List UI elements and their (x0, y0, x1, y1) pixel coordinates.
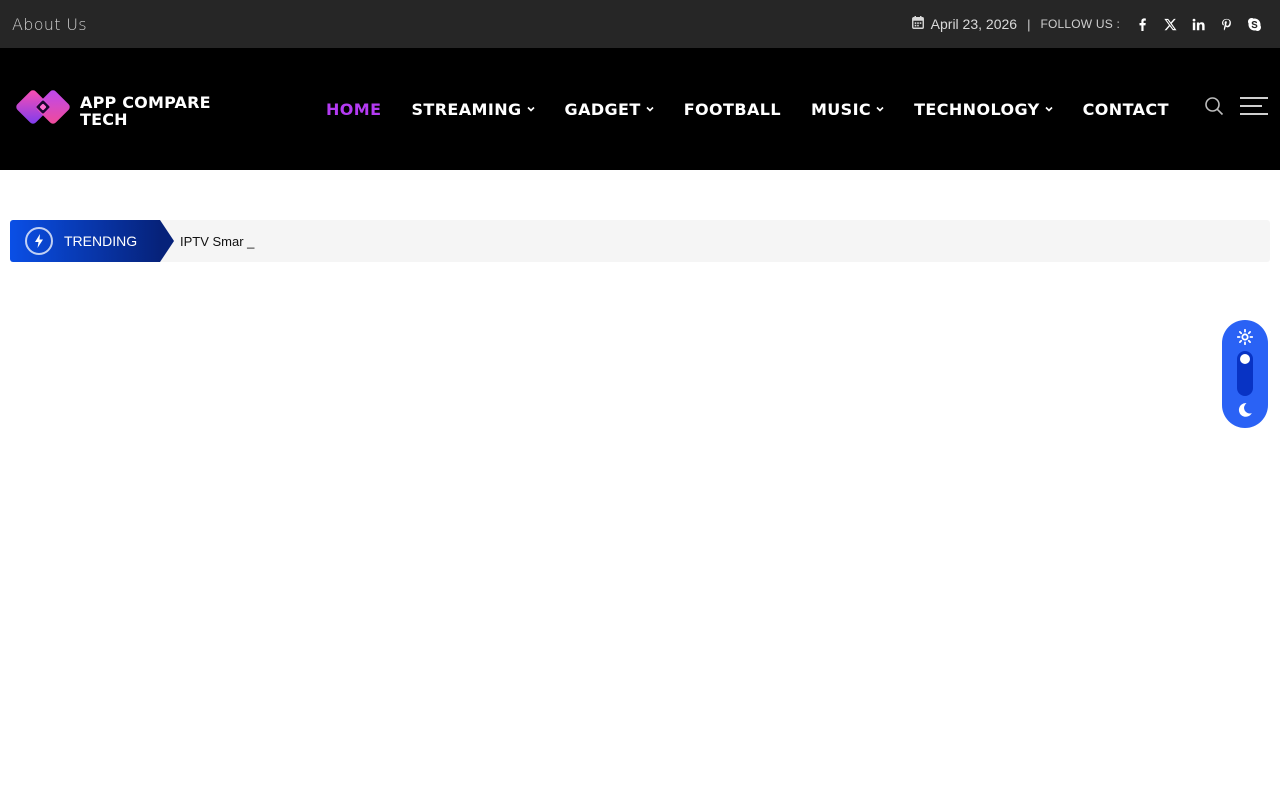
chevron-down-icon (1045, 106, 1053, 112)
date-display: April 23, 2026 (911, 16, 1018, 32)
trending-bar: TRENDING IPTV Smar _ (10, 220, 1270, 262)
lightning-icon (25, 227, 53, 255)
trending-label: TRENDING (64, 233, 138, 249)
main-header: APP COMPARE TECH HOME STREAMING GADGET F… (0, 48, 1280, 170)
nav-home-label: HOME (326, 99, 382, 119)
nav-music[interactable]: MUSIC (811, 100, 884, 119)
skype-icon[interactable] (1240, 12, 1268, 36)
x-twitter-icon[interactable] (1156, 12, 1184, 36)
main-nav: HOME STREAMING GADGET FOOTBALL MUSIC TEC… (326, 48, 1169, 170)
chevron-down-icon (646, 106, 654, 112)
nav-home[interactable]: HOME (326, 100, 381, 119)
calendar-icon (911, 16, 924, 32)
logo-line-2: TECH (80, 109, 128, 129)
nav-streaming-label: STREAMING (411, 99, 522, 119)
logo-text: APP COMPARE TECH (80, 94, 211, 128)
nav-contact[interactable]: CONTACT (1083, 100, 1169, 119)
nav-contact-label: CONTACT (1082, 99, 1169, 119)
moon-icon[interactable] (1237, 402, 1253, 423)
site-logo[interactable]: APP COMPARE TECH (14, 86, 211, 135)
about-us-link[interactable]: About Us (12, 15, 87, 34)
trending-ticker-link[interactable]: IPTV Smar _ (180, 234, 254, 249)
header-tools (1204, 96, 1268, 116)
trending-badge: TRENDING (10, 220, 174, 262)
sun-icon[interactable] (1236, 328, 1254, 350)
nav-technology[interactable]: TECHNOLOGY (914, 100, 1053, 119)
pinterest-icon[interactable] (1212, 12, 1240, 36)
social-links (1128, 12, 1268, 36)
chevron-down-icon (526, 106, 535, 112)
top-bar-right: April 23, 2026 | FOLLOW US : (911, 12, 1268, 36)
dark-mode-toggle[interactable] (1222, 320, 1268, 428)
nav-music-label: MUSIC (810, 99, 872, 119)
chevron-down-icon (876, 106, 884, 112)
linkedin-icon[interactable] (1184, 12, 1212, 36)
facebook-icon[interactable] (1128, 12, 1156, 36)
nav-streaming[interactable]: STREAMING (411, 99, 535, 119)
separator: | (1027, 16, 1031, 32)
toggle-knob[interactable] (1240, 354, 1250, 364)
nav-gadget-label: GADGET (564, 99, 641, 119)
current-date: April 23, 2026 (930, 16, 1018, 32)
nav-technology-label: TECHNOLOGY (914, 99, 1040, 119)
logo-icon (14, 86, 76, 135)
search-icon[interactable] (1204, 96, 1224, 116)
nav-football[interactable]: FOOTBALL (684, 100, 781, 119)
toggle-track[interactable] (1237, 351, 1253, 396)
top-bar: About Us April 23, 2026 | FOLLOW US : (0, 0, 1280, 48)
nav-gadget[interactable]: GADGET (565, 100, 654, 119)
menu-icon[interactable] (1240, 96, 1268, 116)
follow-us-label: FOLLOW US : (1040, 17, 1120, 31)
nav-football-label: FOOTBALL (683, 99, 781, 119)
